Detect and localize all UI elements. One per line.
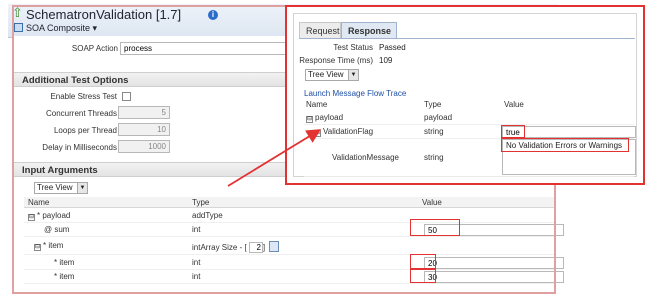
chevron-down-icon: ▾ (92, 23, 98, 33)
response-view-select-value: Tree View (308, 70, 344, 79)
composite-icon (14, 23, 23, 32)
row-name: ⊟ * payload (28, 211, 71, 221)
tab-response[interactable]: Response (341, 22, 397, 38)
row-name: ⊟ payload (306, 113, 344, 123)
collapse-icon[interactable]: ⊟ (28, 214, 35, 221)
row-type: addType (192, 211, 223, 220)
response-panel: Request Response Test Status Passed Resp… (285, 5, 645, 185)
enable-stress-label: Enable Stress Test (50, 92, 117, 101)
additional-test-options-header[interactable]: Additional Test Options (12, 72, 294, 87)
loops-per-thread-label: Loops per Thread (53, 126, 117, 135)
tab-request[interactable]: Request (299, 22, 341, 38)
row-name: * item (54, 272, 75, 281)
row-type: int (192, 225, 201, 234)
table-row: * item int (24, 270, 564, 284)
navigate-up-icon[interactable]: ⇧ (12, 6, 24, 20)
col-name: Name (28, 198, 50, 207)
row-name: @ sum (44, 225, 70, 234)
delay-input[interactable] (118, 140, 170, 153)
collapse-icon[interactable]: ⊟ (306, 116, 313, 123)
response-grid-header: Name Type Value (304, 100, 634, 110)
enable-stress-checkbox[interactable] (122, 92, 131, 101)
array-size-input[interactable] (248, 242, 263, 253)
table-row: ⊟ * payload addType (24, 209, 556, 223)
row-type: intArray Size - [ ] (192, 241, 280, 253)
test-status-value: Passed (379, 43, 406, 52)
row-type: payload (424, 113, 453, 122)
row-type: string (424, 153, 444, 162)
delay-label: Delay in Milliseconds (42, 143, 117, 152)
page-title: SchematronValidation [1.7] (26, 7, 182, 22)
row-type: string (424, 127, 444, 136)
refresh-array-icon[interactable] (269, 241, 280, 252)
soa-composite-menu[interactable]: SOA Composite ▾ (14, 23, 97, 34)
validation-flag-value[interactable] (502, 126, 636, 138)
collapse-icon[interactable]: ⊟ (314, 130, 321, 137)
table-row: * item int (24, 256, 564, 270)
soap-action-label: SOAP Action (71, 44, 118, 53)
validation-message-value[interactable]: No Validation Errors or Warnings (502, 139, 636, 175)
row-type: int (192, 272, 201, 281)
table-row: ⊟ ValidationFlag string (304, 125, 636, 139)
item-value-input-2[interactable] (424, 271, 564, 283)
table-row: @ sum int (24, 223, 564, 237)
test-status-label: Test Status (333, 43, 373, 52)
soa-composite-label: SOA Composite (26, 23, 91, 33)
response-time-value: 109 (379, 56, 393, 65)
chevron-down-icon[interactable]: ▼ (348, 70, 358, 80)
response-time-label: Response Time (ms) (299, 56, 373, 65)
sum-value-input[interactable] (424, 224, 564, 236)
args-grid-header: Name Type Value (24, 197, 556, 208)
col-type: Type (424, 100, 442, 109)
col-name: Name (306, 100, 328, 109)
soap-action-input[interactable] (120, 42, 290, 55)
launch-flow-trace-link[interactable]: Launch Message Flow Trace (304, 89, 406, 98)
row-name: ⊟ * item (34, 241, 64, 251)
chevron-down-icon[interactable]: ▼ (77, 183, 87, 193)
col-type: Type (192, 198, 210, 207)
table-row: ValidationMessage string No Validation E… (304, 139, 636, 177)
row-name: ValidationMessage (332, 153, 400, 162)
tab-divider (299, 38, 635, 39)
table-row: ⊟* item intArray Size - [ ] (24, 237, 556, 255)
collapse-icon[interactable]: ⊟ (34, 244, 41, 251)
concurrent-threads-input[interactable] (118, 106, 170, 119)
loops-per-thread-input[interactable] (118, 123, 170, 136)
table-row: ⊟ payload payload (304, 111, 634, 125)
row-name: * item (54, 258, 75, 267)
info-icon[interactable]: i (208, 10, 218, 20)
args-view-select-value: Tree View (37, 183, 73, 192)
row-type: int (192, 258, 201, 267)
args-view-select[interactable]: Tree View ▼ (34, 182, 88, 194)
item-value-input-1[interactable] (424, 257, 564, 269)
response-view-select[interactable]: Tree View ▼ (305, 69, 359, 81)
col-value: Value (504, 100, 524, 109)
col-value: Value (422, 198, 442, 207)
row-name: ⊟ ValidationFlag (314, 127, 374, 137)
concurrent-threads-label: Concurrent Threads (46, 109, 117, 118)
